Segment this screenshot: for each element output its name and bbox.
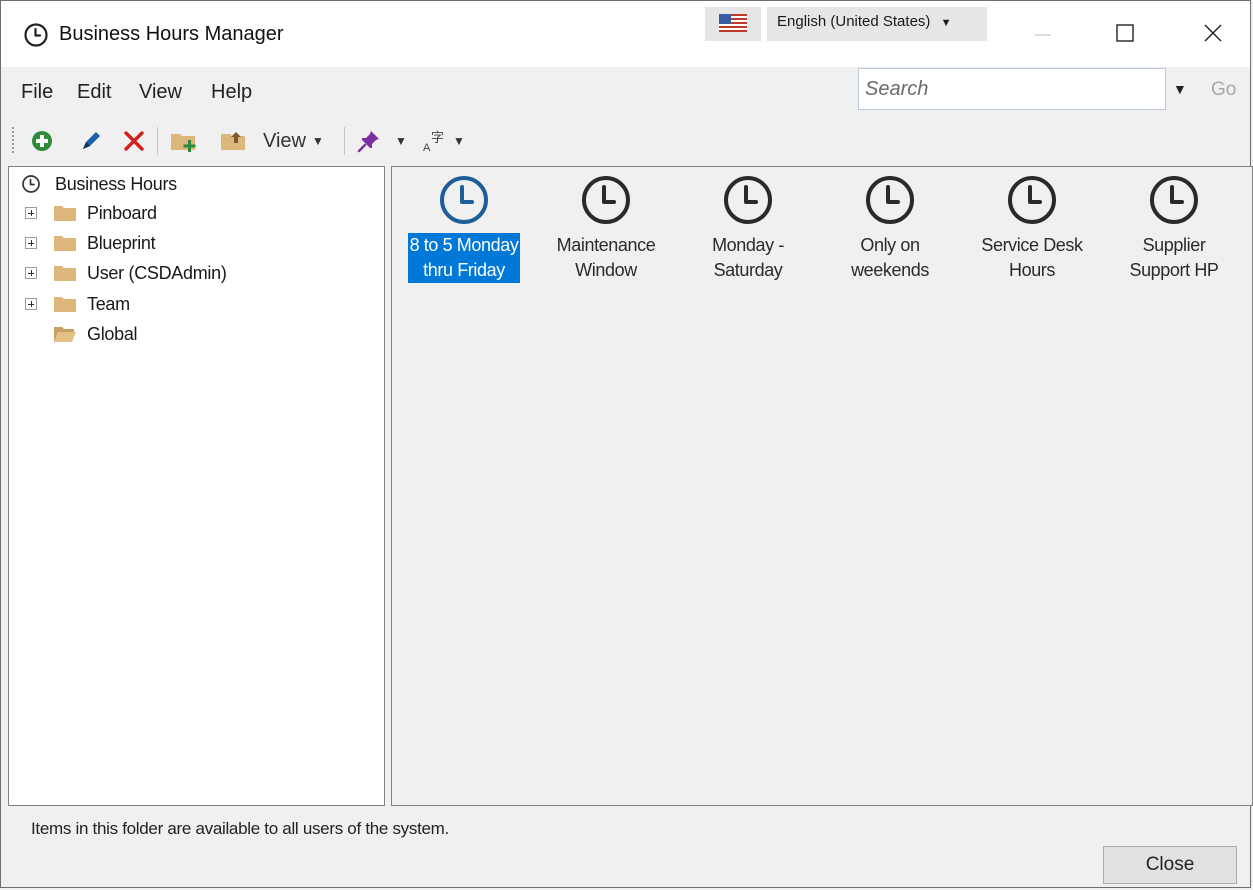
move-folder-button[interactable]	[219, 127, 249, 155]
add-button[interactable]	[31, 127, 53, 155]
language-label: English (United States)	[777, 13, 931, 30]
tile-maintenance-window[interactable]: Maintenance Window	[540, 173, 672, 283]
language-text-button[interactable]: A 字 ▼	[423, 127, 465, 155]
close-window-button[interactable]	[1195, 15, 1231, 51]
toolbar-grip[interactable]	[12, 127, 16, 153]
add-icon	[32, 131, 52, 151]
translate-icon: A 字	[423, 131, 444, 153]
expand-icon[interactable]	[25, 298, 37, 310]
business-hours-window: Business Hours Manager English (United S…	[0, 0, 1253, 888]
tile-label: Only on weekends	[851, 235, 929, 280]
tree-root-label: Business Hours	[55, 173, 177, 194]
pencil-icon	[83, 132, 100, 149]
tile-label: Maintenance Window	[556, 235, 656, 280]
us-flag-icon	[719, 14, 747, 32]
title-bar: Business Hours Manager English (United S…	[1, 1, 1250, 67]
tree-item-label: Blueprint	[87, 232, 156, 253]
tree-item-label: Team	[87, 293, 130, 314]
clock-icon	[440, 176, 488, 224]
delete-icon	[124, 131, 144, 151]
window-title: Business Hours Manager	[59, 23, 284, 45]
close-button[interactable]: Close	[1103, 846, 1237, 884]
tree-item-label: Global	[87, 323, 138, 344]
tile-service-desk-hours[interactable]: Service Desk Hours	[966, 173, 1098, 283]
tile-label: Service Desk Hours	[981, 235, 1083, 280]
clock-icon	[1008, 176, 1056, 224]
menu-edit[interactable]: Edit	[77, 81, 111, 104]
business-hours-list: 8 to 5 Monday thru Friday Maintenance Wind…	[391, 166, 1253, 806]
folder-icon	[54, 206, 76, 221]
svg-text:字: 字	[431, 131, 444, 146]
expand-icon[interactable]	[25, 207, 37, 219]
tile-label: Monday - Saturday	[712, 235, 784, 280]
open-folder-icon	[54, 327, 76, 342]
tile-only-on-weekends[interactable]: Only on weekends	[824, 173, 956, 283]
view-label: View	[263, 129, 306, 152]
toolbar: View ▼ ▼ A 字 ▼	[1, 119, 1250, 163]
view-dropdown-button[interactable]: View ▼	[263, 127, 324, 155]
tree-item-blueprint[interactable]: Blueprint	[25, 230, 156, 256]
tile-8-to-5-monday-thru-friday[interactable]: 8 to 5 Monday thru Friday	[398, 173, 530, 283]
tile-label: Supplier Support HP	[1129, 235, 1219, 280]
tree-item-team[interactable]: Team	[25, 291, 130, 317]
menu-view[interactable]: View	[139, 81, 182, 104]
clock-icon	[22, 175, 40, 193]
clock-icon	[582, 176, 630, 224]
go-button[interactable]: Go	[1211, 79, 1236, 101]
menu-file[interactable]: File	[21, 81, 53, 104]
maximize-button[interactable]	[1107, 15, 1143, 51]
tree-root[interactable]: Business Hours	[21, 171, 177, 197]
new-folder-button[interactable]	[169, 127, 201, 155]
expand-icon[interactable]	[25, 237, 37, 249]
edit-button[interactable]	[79, 127, 103, 155]
language-dropdown[interactable]: English (United States) ▼	[767, 7, 987, 41]
tile-supplier-support-hp[interactable]: Supplier Support HP	[1108, 173, 1240, 283]
clock-icon	[1150, 176, 1198, 224]
tree-item-user[interactable]: User (CSDAdmin)	[25, 260, 227, 286]
menu-help[interactable]: Help	[211, 81, 252, 104]
pin-icon	[357, 131, 379, 153]
folder-up-icon	[221, 132, 245, 150]
delete-button[interactable]	[122, 127, 146, 155]
folder-description: Items in this folder are available to al…	[31, 819, 449, 838]
clock-icon	[24, 23, 48, 47]
pin-button[interactable]: ▼	[357, 127, 407, 155]
toolbar-separator	[344, 127, 345, 155]
chevron-down-icon: ▼	[395, 134, 407, 148]
folder-tree: Business Hours Pinboard Blueprint User (…	[8, 166, 385, 806]
folder-icon	[54, 236, 76, 251]
search-dropdown-icon[interactable]: ▼	[1173, 81, 1187, 97]
new-folder-icon	[171, 134, 196, 152]
toolbar-separator	[157, 127, 158, 155]
tile-label: 8 to 5 Monday thru Friday	[407, 233, 521, 283]
tree-item-label: User (CSDAdmin)	[87, 262, 227, 283]
tree-item-pinboard[interactable]: Pinboard	[25, 200, 157, 226]
expand-icon[interactable]	[25, 267, 37, 279]
search-input[interactable]	[858, 68, 1166, 110]
folder-icon	[54, 297, 76, 312]
chevron-down-icon: ▼	[940, 17, 952, 29]
minimize-button[interactable]	[1025, 15, 1061, 51]
folder-icon	[54, 266, 76, 281]
flag-button[interactable]	[705, 7, 761, 41]
clock-icon	[866, 176, 914, 224]
chevron-down-icon: ▼	[453, 134, 465, 148]
clock-icon	[724, 176, 772, 224]
tree-item-label: Pinboard	[87, 202, 157, 223]
tile-monday-saturday[interactable]: Monday - Saturday	[682, 173, 814, 283]
svg-text:A: A	[423, 142, 431, 153]
tree-item-global[interactable]: Global	[53, 321, 138, 347]
chevron-down-icon: ▼	[312, 134, 324, 148]
